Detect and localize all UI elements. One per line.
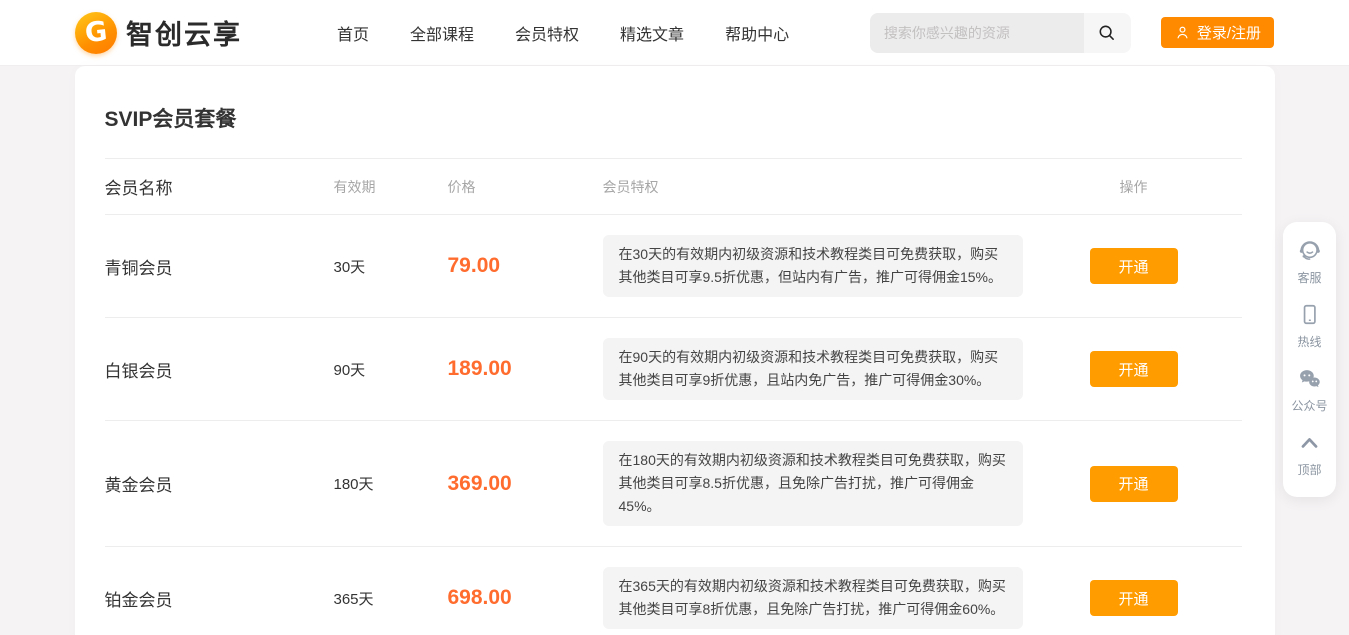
col-header-action: 操作 xyxy=(1090,177,1178,197)
member-name: 青铜会员 xyxy=(105,254,334,279)
member-price: 79.00 xyxy=(448,254,603,278)
floating-toolbar: 客服 热线 公众号 顶部 xyxy=(1283,222,1336,497)
table-header: 会员名称 有效期 价格 会员特权 操作 xyxy=(75,159,1275,214)
back-to-top-item[interactable]: 顶部 xyxy=(1283,429,1336,478)
member-name: 黄金会员 xyxy=(105,471,334,496)
logo-text: 智创云享 xyxy=(126,13,242,52)
member-features: 在180天的有效期内初级资源和技术教程类目可免费获取，购买其他类目可享8.5折优… xyxy=(603,441,1023,526)
nav-item-help[interactable]: 帮助中心 xyxy=(725,21,789,45)
main-nav: 首页 全部课程 会员特权 精选文章 帮助中心 xyxy=(337,21,830,45)
col-header-price: 价格 xyxy=(448,177,603,197)
member-price: 698.00 xyxy=(448,586,603,610)
open-membership-button[interactable]: 开通 xyxy=(1090,466,1178,502)
member-duration: 30天 xyxy=(334,256,448,277)
member-price: 369.00 xyxy=(448,472,603,496)
open-membership-button[interactable]: 开通 xyxy=(1090,248,1178,284)
official-account-item[interactable]: 公众号 xyxy=(1283,365,1336,414)
nav-item-courses[interactable]: 全部课程 xyxy=(410,21,474,45)
logo-g-icon: G xyxy=(75,12,117,54)
table-row: 铂金会员 365天 698.00 在365天的有效期内初级资源和技术教程类目可免… xyxy=(75,547,1275,635)
member-name: 白银会员 xyxy=(105,357,334,382)
member-duration: 180天 xyxy=(334,473,448,494)
search-bar xyxy=(870,13,1131,53)
headset-icon xyxy=(1296,237,1323,264)
member-duration: 90天 xyxy=(334,359,448,380)
table-row: 黄金会员 180天 369.00 在180天的有效期内初级资源和技术教程类目可免… xyxy=(75,421,1275,546)
col-header-features: 会员特权 xyxy=(603,177,1023,197)
hotline-item[interactable]: 热线 xyxy=(1283,301,1336,350)
open-membership-button[interactable]: 开通 xyxy=(1090,351,1178,387)
customer-service-item[interactable]: 客服 xyxy=(1283,237,1336,286)
member-name: 铂金会员 xyxy=(105,586,334,611)
hotline-label: 热线 xyxy=(1283,333,1336,350)
member-duration: 365天 xyxy=(334,588,448,609)
nav-item-membership[interactable]: 会员特权 xyxy=(515,21,579,45)
svip-packages-card: SVIP会员套餐 会员名称 有效期 价格 会员特权 操作 青铜会员 30天 79… xyxy=(75,66,1275,635)
site-logo[interactable]: G 智创云享 xyxy=(75,12,242,54)
login-register-button[interactable]: 登录/注册 xyxy=(1161,17,1274,48)
table-row: 白银会员 90天 189.00 在90天的有效期内初级资源和技术教程类目可免费获… xyxy=(75,318,1275,420)
search-button[interactable] xyxy=(1084,13,1131,53)
official-account-label: 公众号 xyxy=(1283,397,1336,414)
search-icon xyxy=(1096,22,1118,44)
col-header-name: 会员名称 xyxy=(105,174,334,199)
member-features: 在30天的有效期内初级资源和技术教程类目可免费获取，购买其他类目可享9.5折优惠… xyxy=(603,235,1023,297)
nav-item-articles[interactable]: 精选文章 xyxy=(620,21,684,45)
customer-service-label: 客服 xyxy=(1283,269,1336,286)
table-row: 青铜会员 30天 79.00 在30天的有效期内初级资源和技术教程类目可免费获取… xyxy=(75,215,1275,317)
back-to-top-label: 顶部 xyxy=(1283,461,1336,478)
member-features: 在365天的有效期内初级资源和技术教程类目可免费获取，购买其他类目可享8折优惠，… xyxy=(603,567,1023,629)
user-icon xyxy=(1174,24,1191,41)
arrow-up-icon xyxy=(1296,429,1323,456)
member-features: 在90天的有效期内初级资源和技术教程类目可免费获取，购买其他类目可享9折优惠，且… xyxy=(603,338,1023,400)
top-navbar: G 智创云享 首页 全部课程 会员特权 精选文章 帮助中心 登录/注册 xyxy=(0,0,1349,66)
wechat-icon xyxy=(1296,365,1323,392)
login-label: 登录/注册 xyxy=(1197,22,1261,43)
phone-icon xyxy=(1296,301,1323,328)
member-price: 189.00 xyxy=(448,357,603,381)
open-membership-button[interactable]: 开通 xyxy=(1090,580,1178,616)
page-title: SVIP会员套餐 xyxy=(75,66,1275,158)
nav-item-home[interactable]: 首页 xyxy=(337,21,369,45)
col-header-duration: 有效期 xyxy=(334,177,448,197)
search-input[interactable] xyxy=(870,13,1084,53)
